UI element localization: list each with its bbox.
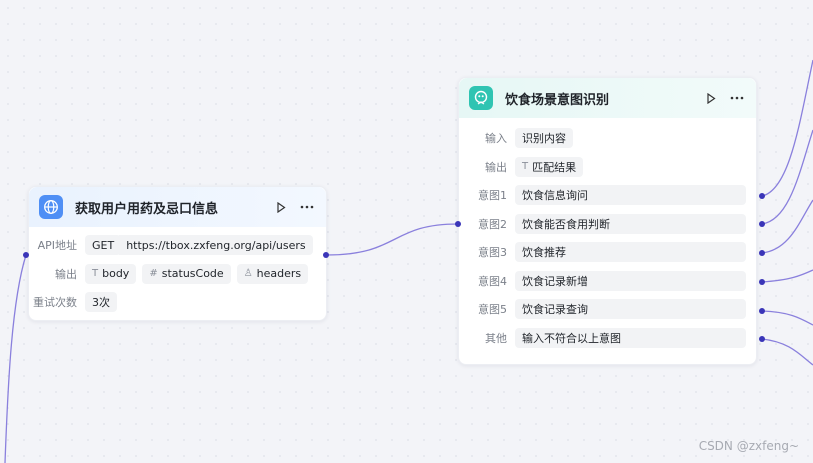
node1-title: 获取用户用药及忌口信息 [75, 201, 219, 217]
intent-row: 意图5 饮食记录查询 [459, 295, 756, 324]
text-type-icon: T [92, 268, 99, 280]
input-label: 输入 [485, 132, 507, 146]
intent-value: 饮食推荐 [515, 242, 746, 263]
globe-icon [39, 195, 63, 219]
intent4-port[interactable] [759, 279, 765, 285]
intent-row: 意图1 饮食信息询问 [459, 181, 756, 210]
intent-row: 意图3 饮食推荐 [459, 238, 756, 267]
object-type-icon: ♙ [243, 268, 253, 280]
output-statuscode: # statusCode [142, 263, 231, 284]
number-type-icon: # [149, 268, 158, 280]
node2-input-port[interactable] [455, 221, 461, 227]
intent-value: 饮食信息询问 [515, 185, 746, 206]
node2-header[interactable]: 饮食场景意图识别 [459, 78, 756, 118]
intent2-port[interactable] [759, 221, 765, 227]
node1-output-port[interactable] [323, 252, 329, 258]
input-value: 识别内容 [515, 128, 573, 149]
intent-icon [469, 86, 493, 110]
output-body: Tbody [85, 263, 137, 284]
output-headers: ♙ headers [236, 263, 309, 284]
output-row: 输出 T 匹配结果 [459, 153, 756, 182]
node-intent-recognition[interactable]: 饮食场景意图识别 输入 识别内容 输出 T 匹配结果 意图1 饮食信息询问 意图2… [458, 77, 757, 365]
edge-other [761, 338, 813, 366]
output-row: 输出 Tbody # statusCode ♙ headers [29, 260, 326, 289]
intent-value: 饮食记录新增 [515, 270, 746, 291]
retry-value: 3次 [85, 292, 117, 313]
play-icon[interactable] [702, 89, 720, 107]
text-type-icon: T [522, 161, 529, 173]
edge-intent3 [761, 199, 813, 254]
edge-incoming-node1 [4, 254, 27, 463]
intent-value: 饮食记录查询 [515, 299, 746, 320]
watermark: CSDN @zxfeng~ [698, 439, 799, 453]
output-label: 输出 [55, 267, 77, 281]
input-row: 输入 识别内容 [459, 124, 756, 153]
node2-title: 饮食场景意图识别 [505, 92, 610, 108]
api-label: API地址 [37, 239, 77, 253]
url-chip: https://tbox.zxfeng.org/api/users [119, 235, 313, 256]
edge-node1-to-node2 [325, 223, 459, 256]
edge-intent2 [761, 129, 813, 225]
output-label: 输出 [485, 160, 507, 174]
edge-intent5 [761, 310, 813, 326]
intent-row: 意图2 饮食能否食用判断 [459, 210, 756, 239]
intent5-port[interactable] [759, 308, 765, 314]
retry-label: 重试次数 [33, 296, 77, 310]
api-row: API地址 GET https://tbox.zxfeng.org/api/us… [29, 231, 326, 260]
node1-input-port[interactable] [23, 252, 29, 258]
play-icon[interactable] [272, 198, 290, 216]
node1-header[interactable]: 获取用户用药及忌口信息 [29, 187, 326, 227]
other-port[interactable] [759, 336, 765, 342]
method-chip: GET [85, 235, 122, 256]
output-value: T 匹配结果 [515, 156, 584, 177]
intent1-port[interactable] [759, 193, 765, 199]
more-icon[interactable] [298, 198, 316, 216]
intent-value: 饮食能否食用判断 [515, 213, 746, 234]
retry-row: 重试次数 3次 [29, 288, 326, 317]
intent-row-other: 其他 输入不符合以上意图 [459, 324, 756, 353]
edge-intent4 [761, 269, 813, 283]
node-http-request[interactable]: 获取用户用药及忌口信息 API地址 GET https://tbox.zxfen… [28, 186, 327, 321]
more-icon[interactable] [728, 89, 746, 107]
intent3-port[interactable] [759, 250, 765, 256]
edge-intent1 [761, 59, 813, 197]
intent-row: 意图4 饮食记录新增 [459, 267, 756, 296]
intent-value: 输入不符合以上意图 [515, 327, 746, 348]
